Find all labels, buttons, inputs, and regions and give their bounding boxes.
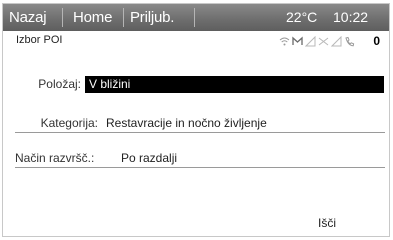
- signal-strength-icon: [331, 36, 342, 47]
- notification-count: 0: [373, 34, 380, 48]
- location-value: V bližini: [89, 77, 131, 91]
- top-bar: Nazaj Home Priljub. 22°C 10:22: [3, 4, 389, 31]
- favorites-button[interactable]: Priljub.: [130, 4, 174, 31]
- message-icon: [292, 36, 303, 47]
- category-divider: [15, 132, 385, 133]
- nav-divider: [62, 8, 63, 27]
- location-field[interactable]: V bližini: [85, 76, 384, 93]
- page-title: Izbor POI: [16, 34, 63, 46]
- location-label: Položaj:: [38, 77, 81, 91]
- wifi-icon: [279, 36, 290, 47]
- sort-label: Način razvršč.:: [15, 151, 95, 165]
- sub-header: Izbor POI 0: [3, 31, 389, 51]
- clock-display: 10:22: [333, 9, 369, 25]
- category-label: Kategorija:: [40, 116, 98, 130]
- sort-divider: [15, 167, 385, 168]
- home-button[interactable]: Home: [73, 4, 112, 31]
- temperature-display: 22°C: [286, 9, 318, 25]
- back-button[interactable]: Nazaj: [9, 4, 47, 31]
- category-value[interactable]: Restavracije in nočno življenje: [106, 116, 267, 130]
- navigation-screen: Nazaj Home Priljub. 22°C 10:22 Izbor POI: [2, 3, 390, 237]
- sort-value[interactable]: Po razdalji: [121, 151, 177, 165]
- signal-icon: [305, 36, 316, 47]
- nav-divider: [123, 8, 124, 27]
- phone-icon: [344, 36, 355, 47]
- search-button[interactable]: Išči: [318, 216, 336, 230]
- nav-divider: [194, 8, 195, 27]
- mute-signal-icon: [318, 36, 329, 47]
